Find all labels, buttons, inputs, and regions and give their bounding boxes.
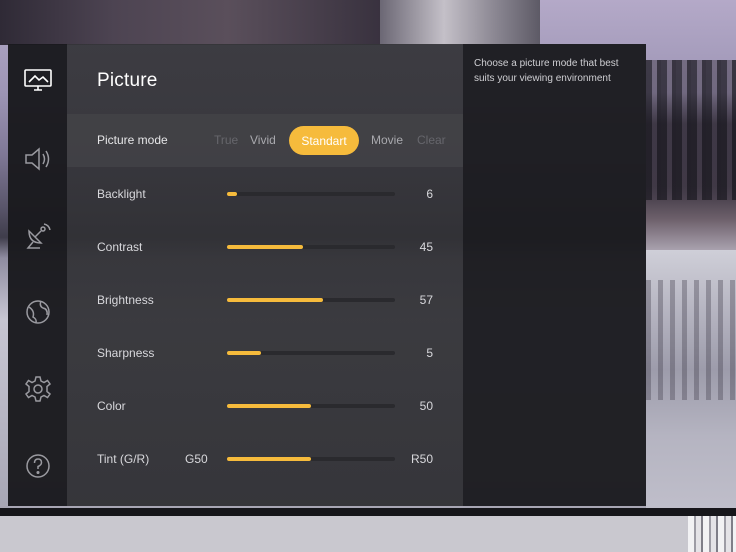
setting-value: 6 bbox=[426, 187, 433, 201]
setting-label: Backlight bbox=[97, 187, 146, 201]
picture-mode-row[interactable]: Picture mode True Vivid Standart Movie C… bbox=[67, 114, 463, 167]
picture-mode-label: Picture mode bbox=[97, 133, 168, 147]
slider-fill bbox=[227, 192, 238, 196]
tv-mount bbox=[688, 516, 736, 552]
setting-label: Sharpness bbox=[97, 346, 155, 360]
slider-fill bbox=[227, 245, 303, 249]
background-treeline bbox=[0, 0, 380, 45]
satellite-icon[interactable] bbox=[23, 221, 53, 251]
tv-stand-area bbox=[0, 516, 736, 552]
tint-slider[interactable] bbox=[227, 457, 395, 461]
tint-green-value: G50 bbox=[185, 452, 208, 466]
tint-red-value: R50 bbox=[410, 452, 433, 466]
brightness-setting[interactable]: Brightness 57 bbox=[67, 285, 463, 315]
sharpness-setting[interactable]: Sharpness 5 bbox=[67, 338, 463, 368]
picture-settings-panel: Picture Picture mode True Vivid Standart… bbox=[67, 44, 463, 506]
background-cliff bbox=[380, 0, 540, 45]
settings-overlay: Picture Picture mode True Vivid Standart… bbox=[8, 44, 646, 506]
contrast-setting[interactable]: Contrast 45 bbox=[67, 232, 463, 262]
backlight-slider[interactable] bbox=[227, 192, 395, 196]
globe-icon[interactable] bbox=[23, 297, 53, 327]
gear-icon[interactable] bbox=[23, 374, 53, 404]
color-slider[interactable] bbox=[227, 404, 395, 408]
tint-setting[interactable]: Tint (G/R) G50 R50 bbox=[67, 444, 463, 474]
setting-value: 45 bbox=[419, 240, 433, 254]
setting-label: Contrast bbox=[97, 240, 143, 254]
sound-icon[interactable] bbox=[23, 144, 53, 174]
help-panel: Choose a picture mode that best suits yo… bbox=[463, 44, 646, 506]
mode-option-true[interactable]: True bbox=[214, 133, 238, 147]
brightness-slider[interactable] bbox=[227, 298, 395, 302]
slider-fill bbox=[227, 404, 311, 408]
color-setting[interactable]: Color 50 bbox=[67, 391, 463, 421]
help-text: Choose a picture mode that best suits yo… bbox=[474, 58, 619, 84]
setting-label: Brightness bbox=[97, 293, 154, 307]
contrast-slider[interactable] bbox=[227, 245, 395, 249]
slider-fill bbox=[227, 298, 323, 302]
settings-sidebar bbox=[8, 44, 67, 506]
mode-option-vivid[interactable]: Vivid bbox=[250, 133, 276, 147]
setting-label: Color bbox=[97, 399, 126, 413]
slider-fill bbox=[227, 351, 261, 355]
page-title: Picture bbox=[97, 70, 158, 91]
help-icon[interactable] bbox=[23, 451, 53, 481]
slider-fill bbox=[227, 457, 311, 461]
picture-icon[interactable] bbox=[23, 66, 53, 96]
background-lake bbox=[646, 250, 736, 516]
mode-option-movie[interactable]: Movie bbox=[371, 133, 403, 147]
tv-bezel bbox=[0, 508, 736, 516]
mode-option-clear[interactable]: Clear bbox=[417, 133, 446, 147]
setting-value: 57 bbox=[419, 293, 433, 307]
setting-label: Tint (G/R) bbox=[97, 452, 150, 466]
background-forest bbox=[646, 40, 736, 250]
setting-value: 5 bbox=[426, 346, 433, 360]
sharpness-slider[interactable] bbox=[227, 351, 395, 355]
mode-option-standart[interactable]: Standart bbox=[289, 126, 359, 155]
setting-value: 50 bbox=[419, 399, 433, 413]
backlight-setting[interactable]: Backlight 6 bbox=[67, 179, 463, 209]
